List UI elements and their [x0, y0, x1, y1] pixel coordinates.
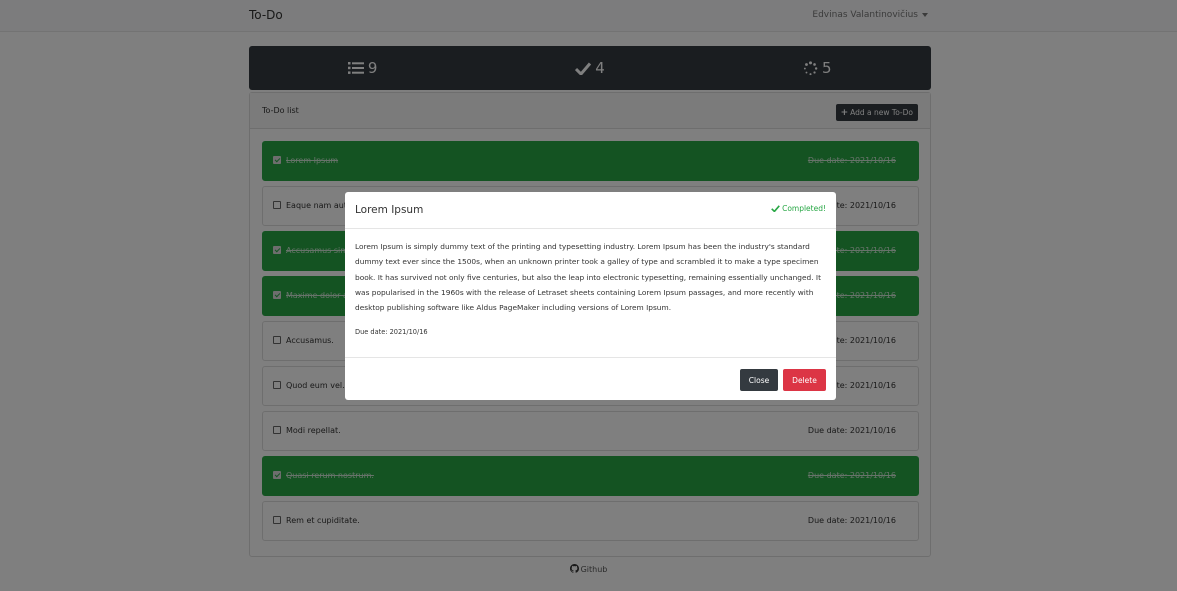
modal-footer: Close Delete [345, 357, 836, 400]
modal-body: Lorem Ipsum is simply dummy text of the … [355, 239, 823, 336]
modal-title: Lorem Ipsum [355, 204, 424, 216]
modal-status: Completed! [771, 204, 826, 213]
modal-due-date: Due date: 2021/10/16 [355, 328, 428, 337]
check-icon [771, 205, 780, 213]
delete-button[interactable]: Delete [783, 369, 826, 391]
todo-modal: Lorem Ipsum Completed! Lorem Ipsum is si… [345, 192, 836, 400]
close-button[interactable]: Close [740, 369, 778, 391]
modal-status-label: Completed! [782, 204, 826, 213]
modal-header: Lorem Ipsum Completed! [345, 192, 836, 229]
modal-description: Lorem Ipsum is simply dummy text of the … [355, 242, 821, 313]
